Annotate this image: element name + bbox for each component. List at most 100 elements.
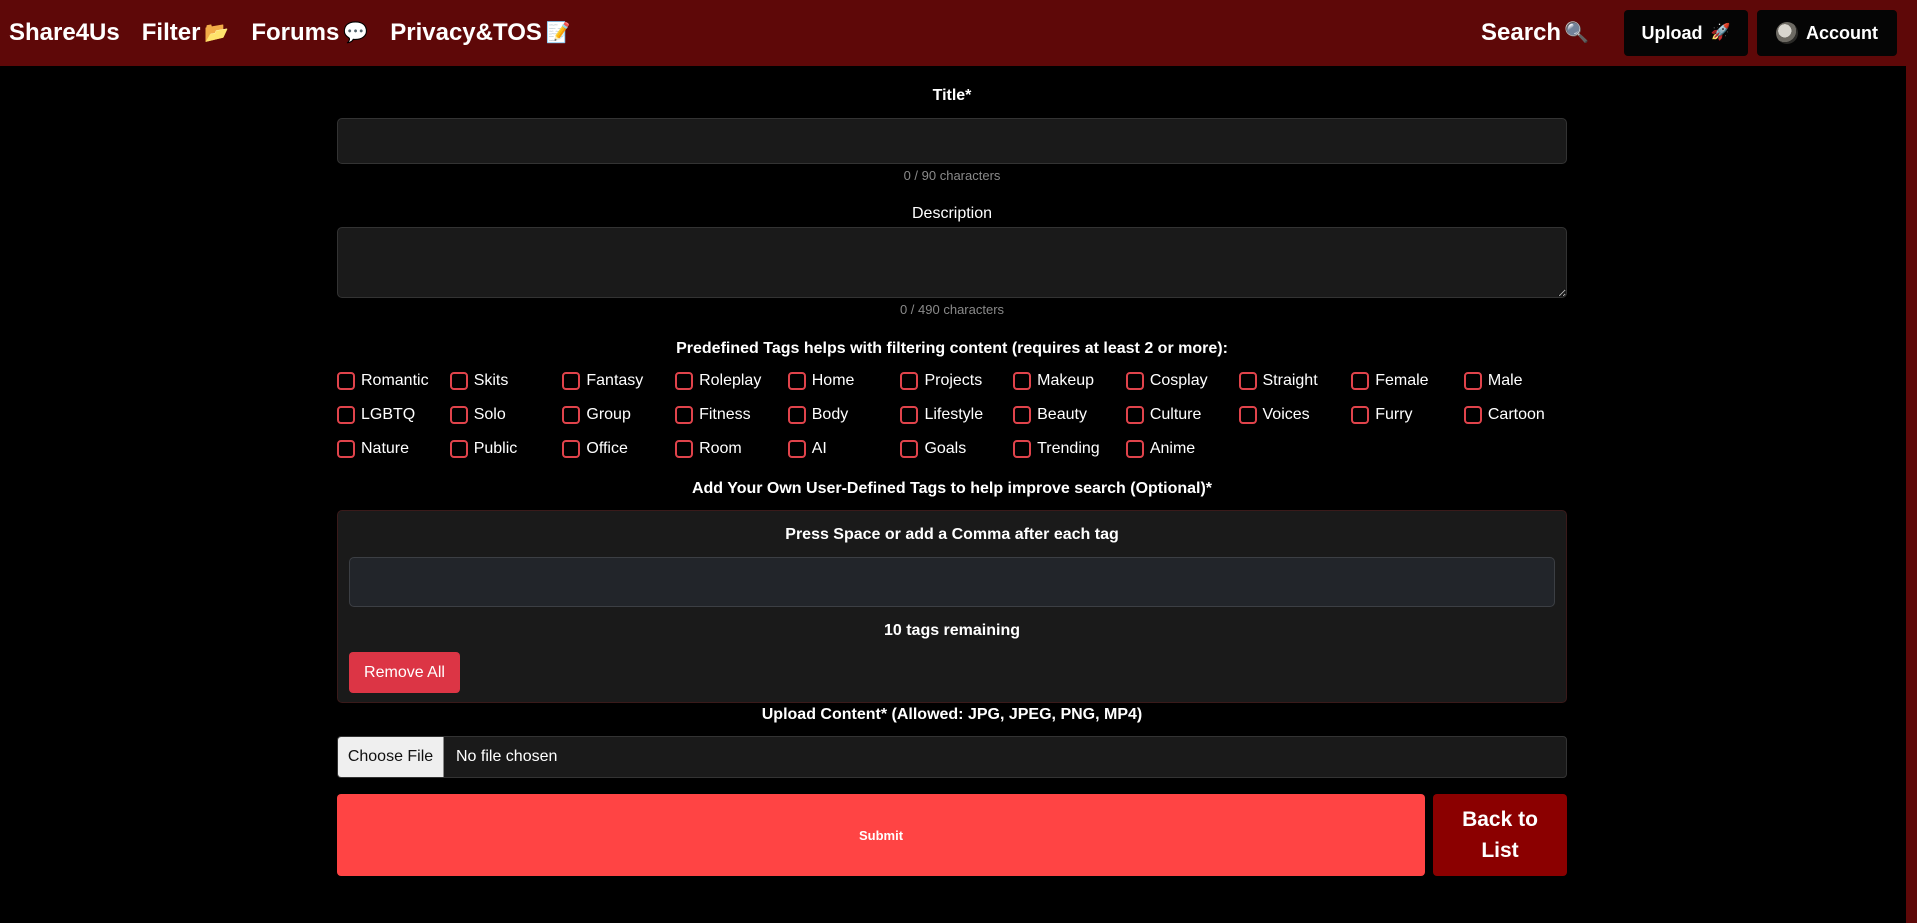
tag-checkbox[interactable] — [675, 372, 694, 390]
tag-checkbox[interactable] — [1125, 406, 1144, 424]
tag-option[interactable]: Anime — [1125, 437, 1239, 461]
tag-option[interactable]: Voices — [1238, 403, 1352, 427]
file-input[interactable]: Choose File No file chosen — [337, 736, 1567, 778]
speech-bubble-icon: 💬 — [343, 22, 369, 44]
page-scrollbar[interactable] — [1906, 0, 1917, 923]
brand-link[interactable]: Share4Us — [9, 19, 120, 47]
top-navbar: Share4Us Filter 📂 Forums 💬 Privacy&TOS 📝… — [0, 0, 1906, 66]
tag-option[interactable]: Cartoon — [1463, 403, 1577, 427]
tag-option[interactable]: Nature — [337, 437, 450, 461]
nav-search-label: Search — [1481, 19, 1562, 46]
tag-option[interactable]: Fantasy — [562, 369, 675, 393]
tag-option[interactable]: Female — [1351, 369, 1464, 393]
submit-button[interactable]: Submit — [337, 794, 1425, 876]
tag-option[interactable]: AI — [787, 437, 901, 461]
tag-checkbox[interactable] — [337, 440, 355, 458]
tag-checkbox[interactable] — [449, 372, 468, 390]
nav-privacy-link[interactable]: Privacy&TOS 📝 — [390, 19, 571, 47]
nav-filter-label: Filter — [141, 19, 201, 46]
nav-search-link[interactable]: Search 🔍 — [1481, 19, 1589, 47]
tag-checkbox[interactable] — [449, 406, 468, 424]
tag-option[interactable]: Male — [1463, 369, 1577, 393]
title-input[interactable] — [337, 118, 1567, 164]
custom-tags-input[interactable] — [349, 557, 1555, 607]
tag-label: Solo — [473, 406, 506, 423]
tag-checkbox[interactable] — [1463, 372, 1482, 390]
tag-checkbox[interactable] — [1125, 372, 1144, 390]
tag-checkbox[interactable] — [1013, 406, 1032, 424]
tag-option[interactable]: Skits — [449, 369, 563, 393]
tag-label: Straight — [1262, 372, 1318, 389]
upload-button[interactable]: Upload 🚀 — [1624, 10, 1748, 56]
tag-option[interactable]: Straight — [1238, 369, 1352, 393]
nav-forums-link[interactable]: Forums 💬 — [251, 19, 368, 47]
description-textarea[interactable] — [337, 227, 1567, 298]
tag-option[interactable]: LGBTQ — [337, 403, 450, 427]
tag-option[interactable]: Body — [787, 403, 901, 427]
remove-all-button[interactable]: Remove All — [349, 652, 460, 693]
tags-remaining-text: 10 tags remaining — [883, 622, 1021, 639]
tag-option[interactable]: Room — [675, 437, 788, 461]
tag-label: Furry — [1375, 406, 1413, 423]
tag-checkbox[interactable] — [562, 406, 581, 424]
tag-option[interactable]: Projects — [900, 369, 1013, 393]
tag-checkbox[interactable] — [787, 372, 806, 390]
tag-option[interactable]: Beauty — [1013, 403, 1126, 427]
tag-option[interactable]: Lifestyle — [900, 403, 1013, 427]
tag-checkbox[interactable] — [1013, 372, 1032, 390]
tag-checkbox[interactable] — [900, 440, 919, 458]
tag-checkbox[interactable] — [900, 372, 919, 390]
tag-checkbox[interactable] — [900, 406, 919, 424]
tag-option[interactable]: Cosplay — [1125, 369, 1239, 393]
choose-file-button[interactable]: Choose File — [338, 737, 444, 777]
tag-option[interactable]: Solo — [449, 403, 563, 427]
tag-checkbox[interactable] — [1013, 440, 1032, 458]
tag-checkbox[interactable] — [449, 440, 468, 458]
tag-checkbox[interactable] — [787, 406, 806, 424]
tag-option[interactable]: Home — [787, 369, 901, 393]
tag-label: Nature — [361, 440, 410, 457]
upload-button-label: Upload — [1641, 22, 1703, 43]
description-char-counter: 0 / 490 characters — [899, 302, 1005, 317]
tag-checkbox[interactable] — [562, 372, 581, 390]
predefined-tags-heading: Predefined Tags helps with filtering con… — [676, 340, 1228, 357]
tag-option[interactable]: Group — [562, 403, 675, 427]
tag-option[interactable]: Romantic — [337, 369, 450, 393]
tag-checkbox[interactable] — [1238, 372, 1257, 390]
tag-label: Cosplay — [1149, 372, 1208, 389]
tag-checkbox[interactable] — [337, 406, 355, 424]
tag-option[interactable]: Trending — [1013, 437, 1126, 461]
tag-checkbox[interactable] — [1463, 406, 1482, 424]
tag-checkbox[interactable] — [1238, 406, 1257, 424]
tag-option[interactable]: Furry — [1351, 403, 1464, 427]
tag-option[interactable]: Fitness — [675, 403, 788, 427]
tag-checkbox[interactable] — [562, 440, 581, 458]
tag-checkbox[interactable] — [675, 440, 694, 458]
tag-checkbox[interactable] — [787, 440, 806, 458]
tag-option[interactable]: Office — [562, 437, 675, 461]
tag-label: Lifestyle — [924, 406, 984, 423]
back-to-list-button[interactable]: Back to List — [1433, 794, 1567, 876]
tag-option[interactable]: Goals — [900, 437, 1013, 461]
tag-checkbox[interactable] — [1125, 440, 1144, 458]
tag-option[interactable]: Public — [449, 437, 563, 461]
tag-option[interactable]: Makeup — [1013, 369, 1126, 393]
memo-icon: 📝 — [545, 22, 571, 44]
file-status-text: No file chosen — [456, 748, 558, 765]
tag-checkbox[interactable] — [675, 406, 694, 424]
tag-label: Romantic — [361, 372, 429, 389]
brand-label: Share4Us — [9, 19, 120, 46]
tag-checkbox[interactable] — [1351, 406, 1370, 424]
nav-privacy-label: Privacy&TOS — [390, 19, 542, 46]
tag-checkbox[interactable] — [337, 372, 355, 390]
account-button[interactable]: Account — [1757, 10, 1897, 56]
tag-label: Male — [1487, 372, 1523, 389]
tag-option[interactable]: Roleplay — [675, 369, 788, 393]
nav-filter-link[interactable]: Filter 📂 — [142, 19, 230, 47]
nav-left-group: Share4Us Filter 📂 Forums 💬 Privacy&TOS 📝 — [9, 19, 571, 47]
tag-label: Fantasy — [586, 372, 644, 389]
tag-checkbox[interactable] — [1351, 372, 1370, 390]
tag-label: Makeup — [1037, 372, 1095, 389]
custom-tags-heading: Add Your Own User-Defined Tags to help i… — [691, 480, 1213, 497]
tag-option[interactable]: Culture — [1125, 403, 1239, 427]
